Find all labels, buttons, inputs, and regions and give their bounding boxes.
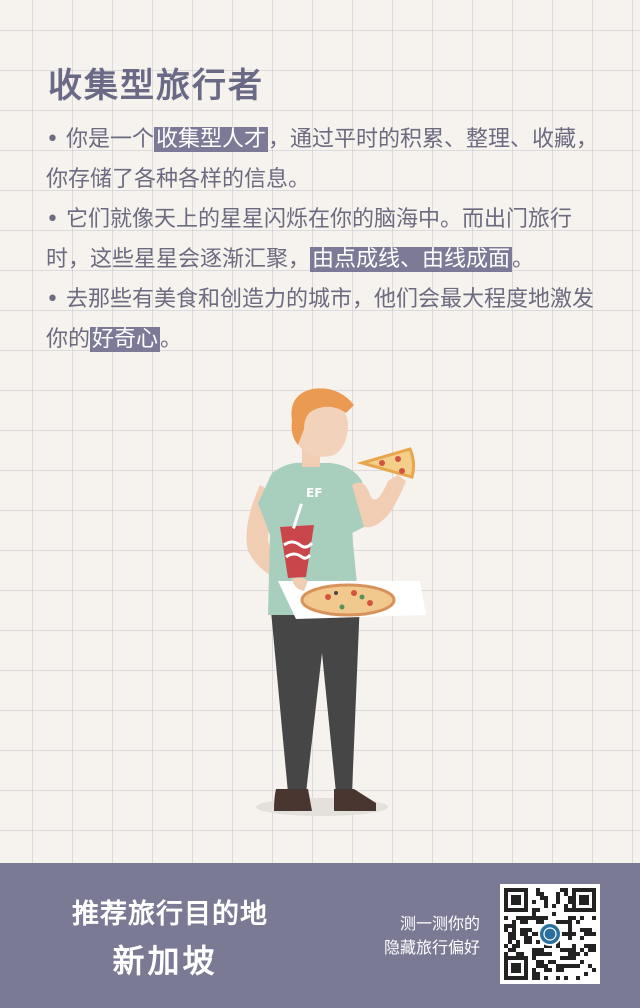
recommend-label: 推荐旅行目的地 bbox=[72, 899, 268, 930]
paragraph-cities: • 去那些有美食和创造力的城市，他们会最大程度地激发你的好奇心。 bbox=[46, 280, 602, 360]
paragraph-stars: • 它们就像天上的星星闪烁在你的脑海中。而出门旅行时，这些星星会逐渐汇聚，由点成… bbox=[46, 200, 602, 280]
topping bbox=[359, 594, 365, 600]
cta-text: 测一测你的 隐藏旅行偏好 bbox=[384, 912, 480, 960]
bullet: • bbox=[46, 207, 59, 232]
topping bbox=[367, 600, 373, 606]
page-title: 收集型旅行者 bbox=[48, 66, 264, 106]
right-shoe bbox=[334, 789, 376, 811]
pizza-slice bbox=[356, 447, 416, 479]
highlight-text: 好奇心 bbox=[90, 327, 161, 352]
pizza bbox=[300, 583, 396, 617]
pepperoni bbox=[395, 456, 401, 462]
bullet: • bbox=[46, 127, 59, 152]
topping bbox=[325, 594, 331, 600]
destination-city: 新加坡 bbox=[112, 942, 218, 980]
highlight-text: 由点成线、由线成面 bbox=[310, 247, 513, 272]
text-segment: 。 bbox=[512, 247, 535, 272]
qr-center-logo bbox=[538, 922, 562, 946]
text-segment: 你是一个 bbox=[65, 127, 154, 152]
qr-code[interactable] bbox=[500, 884, 600, 984]
text-segment: 。 bbox=[160, 327, 183, 352]
traveler-illustration: EF bbox=[246, 388, 426, 816]
pepperoni bbox=[379, 460, 385, 466]
topping bbox=[339, 604, 345, 610]
topping bbox=[334, 591, 338, 595]
shirt-logo: EF bbox=[306, 486, 322, 500]
pepperoni bbox=[399, 468, 405, 474]
cta-line-2: 隐藏旅行偏好 bbox=[383, 938, 480, 957]
bullet: • bbox=[46, 287, 59, 312]
paragraph-collect: • 你是一个收集型人才，通过平时的积累、整理、收藏，你存储了各种各样的信息。 bbox=[46, 120, 602, 200]
left-shoe bbox=[274, 789, 312, 811]
trousers bbox=[270, 600, 360, 793]
cta-line-1: 测一测你的 bbox=[399, 914, 480, 933]
topping bbox=[351, 590, 357, 596]
highlight-text: 收集型人才 bbox=[154, 127, 269, 152]
